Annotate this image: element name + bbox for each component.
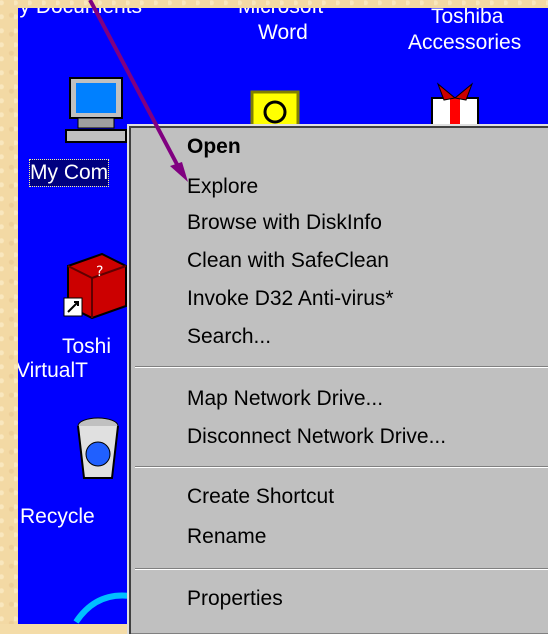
annotation-arrow — [88, 0, 188, 182]
